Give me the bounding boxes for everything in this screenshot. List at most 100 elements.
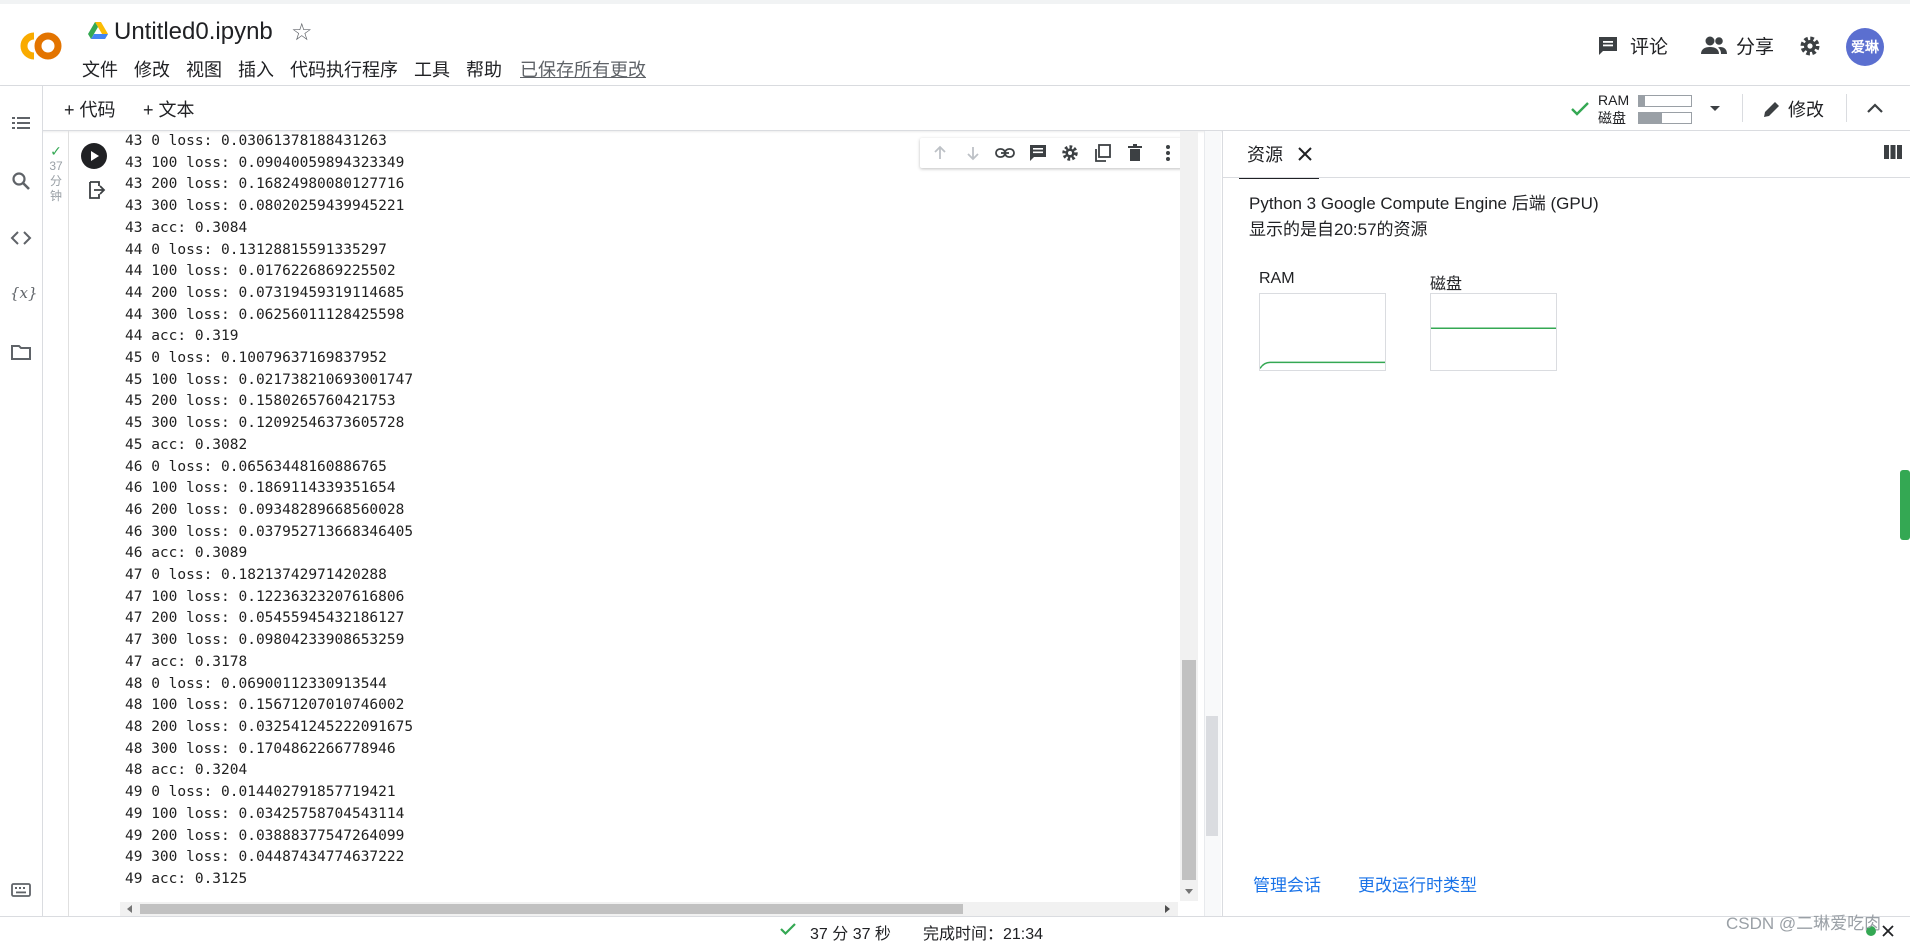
output-vertical-scroll-thumb[interactable] xyxy=(1182,660,1196,880)
disk-usage-graph xyxy=(1430,293,1557,371)
output-line: 47 300 loss: 0.09804233908653259 xyxy=(125,632,405,649)
add-text-button[interactable]: + 文本 xyxy=(143,96,195,122)
play-icon xyxy=(91,151,99,161)
output-line: 46 acc: 0.3089 xyxy=(125,545,248,562)
run-cell-button[interactable] xyxy=(81,143,107,169)
gear-icon xyxy=(1800,36,1820,56)
ram-indicator-label: RAM xyxy=(1598,92,1630,108)
comment-button[interactable]: 评论 xyxy=(1596,32,1668,59)
chevron-up-icon[interactable] xyxy=(1866,101,1884,115)
saved-status-link[interactable]: 已保存所有更改 xyxy=(520,56,646,82)
code-snippets-icon[interactable] xyxy=(10,227,32,249)
change-runtime-type-link[interactable]: 更改运行时类型 xyxy=(1358,871,1477,896)
pencil-icon xyxy=(1764,102,1779,117)
more-options-icon[interactable] xyxy=(1157,142,1179,164)
output-line: 43 300 loss: 0.08020259439945221 xyxy=(125,198,405,215)
ram-indicator-bar xyxy=(1638,95,1692,107)
panel-tab-divider xyxy=(1223,177,1910,178)
menu-tools[interactable]: 工具 xyxy=(414,56,450,82)
cell-toolbar xyxy=(920,138,1188,168)
output-options-icon[interactable] xyxy=(86,180,106,200)
watermark: CSDN @二琳爱吃肉 xyxy=(1726,914,1882,933)
share-label: 分享 xyxy=(1736,37,1775,58)
resources-since: 显示的是自20:57的资源 xyxy=(1249,220,1428,239)
scroll-down-arrow-icon[interactable] xyxy=(1184,888,1194,896)
output-line: 43 acc: 0.3084 xyxy=(125,219,248,236)
output-line: 44 100 loss: 0.0176226869225502 xyxy=(125,263,396,280)
colab-logo[interactable] xyxy=(12,26,64,66)
disk-indicator-label: 磁盘 xyxy=(1598,110,1626,126)
menu-edit[interactable]: 修改 xyxy=(134,56,170,82)
ram-usage-graph xyxy=(1259,293,1386,371)
notebook-scroll-thumb[interactable] xyxy=(1206,716,1218,836)
exec-check-icon: ✓ xyxy=(50,143,62,159)
tab-resources[interactable]: 资源 xyxy=(1239,131,1319,179)
mirror-cell-icon[interactable] xyxy=(1092,142,1114,164)
left-sidebar: {x} xyxy=(0,86,43,916)
folder-icon[interactable] xyxy=(10,341,32,363)
notebook-toolbar: + 代码 + 文本 RAM 磁盘 修改 xyxy=(0,86,1910,131)
output-line: 47 0 loss: 0.18213742971420288 xyxy=(125,567,387,584)
star-icon[interactable]: ☆ xyxy=(291,18,313,47)
output-line: 49 acc: 0.3125 xyxy=(125,870,248,887)
manage-sessions-link[interactable]: 管理会话 xyxy=(1253,871,1321,896)
close-icon[interactable] xyxy=(1295,144,1315,164)
table-of-contents-icon[interactable] xyxy=(10,112,32,134)
output-line: 49 100 loss: 0.03425758704543114 xyxy=(125,805,405,822)
settings-button[interactable] xyxy=(1798,34,1822,58)
menu-view[interactable]: 视图 xyxy=(186,56,222,82)
disk-graph-svg xyxy=(1431,327,1556,329)
output-horizontal-scroll-thumb[interactable] xyxy=(140,904,963,914)
output-line: 44 0 loss: 0.13128815591335297 xyxy=(125,241,387,258)
output-line: 45 300 loss: 0.12092546373605728 xyxy=(125,415,405,432)
panel-scroll-indicator[interactable] xyxy=(1900,470,1910,540)
ram-graph-label: RAM xyxy=(1259,270,1295,287)
close-status-icon[interactable] xyxy=(1881,924,1895,938)
edit-button[interactable]: 修改 xyxy=(1762,96,1824,122)
exec-time-unit-2: 钟 xyxy=(49,189,62,203)
output-line: 45 0 loss: 0.10079637169837952 xyxy=(125,350,387,367)
disk-indicator-bar xyxy=(1638,112,1692,124)
move-up-icon[interactable] xyxy=(929,142,951,164)
panel-layout-icon[interactable] xyxy=(1883,143,1903,161)
status-bar: 37 分 37 秒 完成时间：21:34 xyxy=(0,916,1910,943)
keyboard-icon[interactable] xyxy=(10,879,32,901)
connect-dropdown-icon[interactable] xyxy=(1708,104,1722,114)
menu-file[interactable]: 文件 xyxy=(82,56,118,82)
share-button[interactable]: 分享 xyxy=(1700,32,1774,59)
comment-icon[interactable] xyxy=(1027,142,1049,164)
tab-resources-label: 资源 xyxy=(1247,145,1283,165)
output-line: 45 100 loss: 0.021738210693001747 xyxy=(125,371,414,388)
notebook-title[interactable]: Untitled0.ipynb xyxy=(114,18,273,46)
output-line: 49 300 loss: 0.04487434774637222 xyxy=(125,849,405,866)
scroll-right-arrow-icon[interactable] xyxy=(1163,904,1171,914)
resource-indicator[interactable]: RAM 磁盘 xyxy=(1570,90,1700,126)
output-line: 48 acc: 0.3204 xyxy=(125,762,248,779)
output-line: 49 0 loss: 0.014402791857719421 xyxy=(125,784,396,801)
output-line: 45 acc: 0.3082 xyxy=(125,436,248,453)
cell-settings-icon[interactable] xyxy=(1059,142,1081,164)
delete-icon[interactable] xyxy=(1124,142,1146,164)
cell-output: 43 0 loss: 0.03061378188431263 43 100 los… xyxy=(125,131,1177,893)
menu-help[interactable]: 帮助 xyxy=(466,56,502,82)
connected-check-icon xyxy=(1571,102,1589,116)
output-line: 44 200 loss: 0.07319459319114685 xyxy=(125,284,405,301)
google-drive-icon xyxy=(88,22,108,39)
output-line: 49 200 loss: 0.03888377547264099 xyxy=(125,827,405,844)
search-icon[interactable] xyxy=(10,170,32,192)
edit-label: 修改 xyxy=(1788,100,1824,120)
variables-icon[interactable]: {x} xyxy=(10,284,38,306)
menu-runtime[interactable]: 代码执行程序 xyxy=(290,56,398,82)
ram-indicator-fill xyxy=(1639,96,1646,106)
output-line: 44 300 loss: 0.06256011128425598 xyxy=(125,306,405,323)
add-code-button[interactable]: + 代码 xyxy=(64,96,116,122)
menu-insert[interactable]: 插入 xyxy=(238,56,274,82)
execution-duration: 37 分 37 秒 xyxy=(810,926,891,943)
link-icon[interactable] xyxy=(994,142,1016,164)
scroll-left-arrow-icon[interactable] xyxy=(126,904,134,914)
comment-label: 评论 xyxy=(1630,37,1669,58)
move-down-icon[interactable] xyxy=(962,142,984,164)
output-line: 44 acc: 0.319 xyxy=(125,328,239,345)
avatar[interactable]: 爱琳 xyxy=(1846,28,1884,66)
exec-time-number: 37 xyxy=(49,159,63,173)
